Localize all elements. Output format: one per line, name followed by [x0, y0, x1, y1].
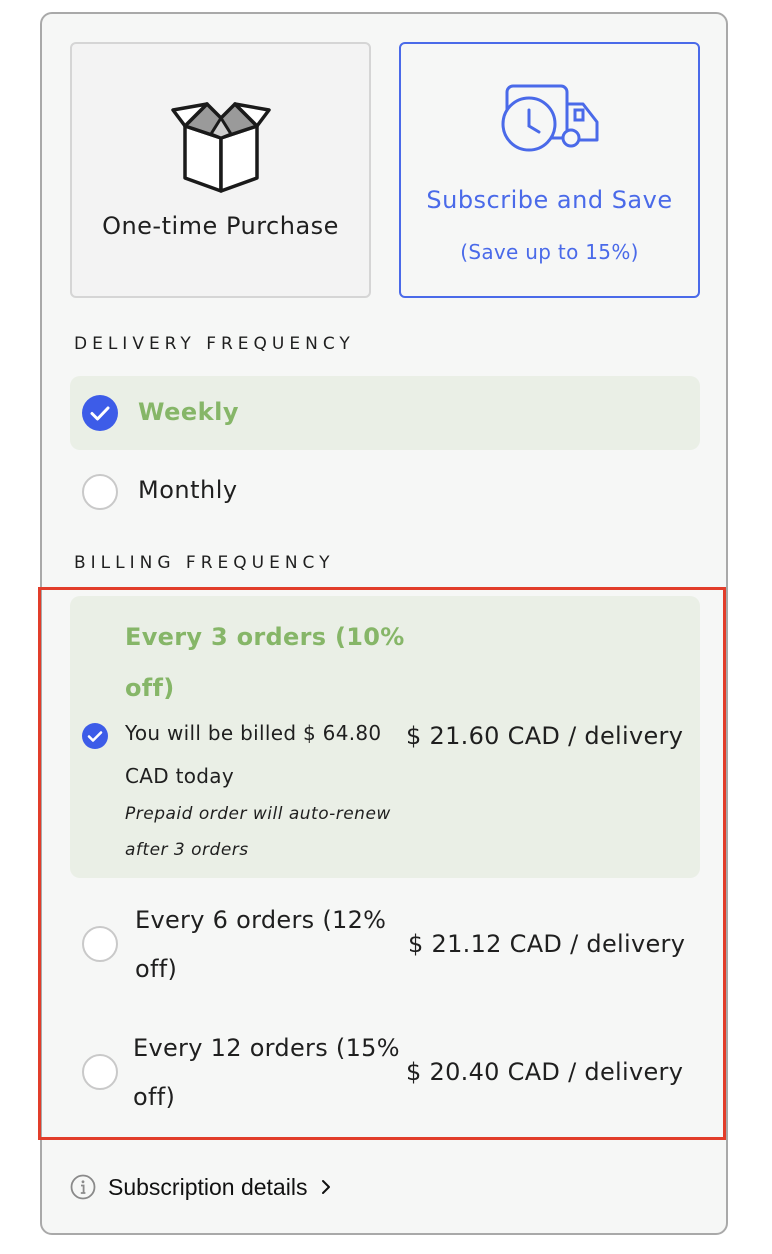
subscribe-and-save-option[interactable]: Subscribe and Save (Save up to 15%)	[399, 42, 700, 298]
delivery-option-weekly[interactable]: Weekly	[70, 376, 700, 450]
one-time-purchase-option[interactable]: One-time Purchase	[70, 42, 371, 298]
subscribe-and-save-label: Subscribe and Save	[426, 186, 673, 214]
monthly-label: Monthly	[138, 476, 238, 504]
delivery-truck-clock-icon	[501, 84, 599, 152]
subscribe-savings-label: (Save up to 15%)	[460, 240, 639, 264]
monthly-radio[interactable]	[82, 474, 118, 510]
subscription-details-link[interactable]: Subscription details	[70, 1172, 333, 1202]
subscription-details-label: Subscription details	[108, 1173, 308, 1200]
delivery-frequency-heading: DELIVERY FREQUENCY	[74, 334, 355, 354]
weekly-radio-checked[interactable]	[82, 395, 118, 431]
chevron-right-icon	[322, 1180, 331, 1194]
open-box-icon	[171, 102, 271, 193]
billing-options-highlight	[38, 587, 726, 1140]
weekly-label: Weekly	[138, 398, 240, 426]
one-time-purchase-label: One-time Purchase	[102, 212, 339, 240]
delivery-option-monthly[interactable]: Monthly	[70, 454, 700, 528]
checkmark-icon	[90, 406, 110, 421]
info-icon	[70, 1174, 96, 1200]
billing-frequency-heading: BILLING FREQUENCY	[74, 553, 335, 573]
